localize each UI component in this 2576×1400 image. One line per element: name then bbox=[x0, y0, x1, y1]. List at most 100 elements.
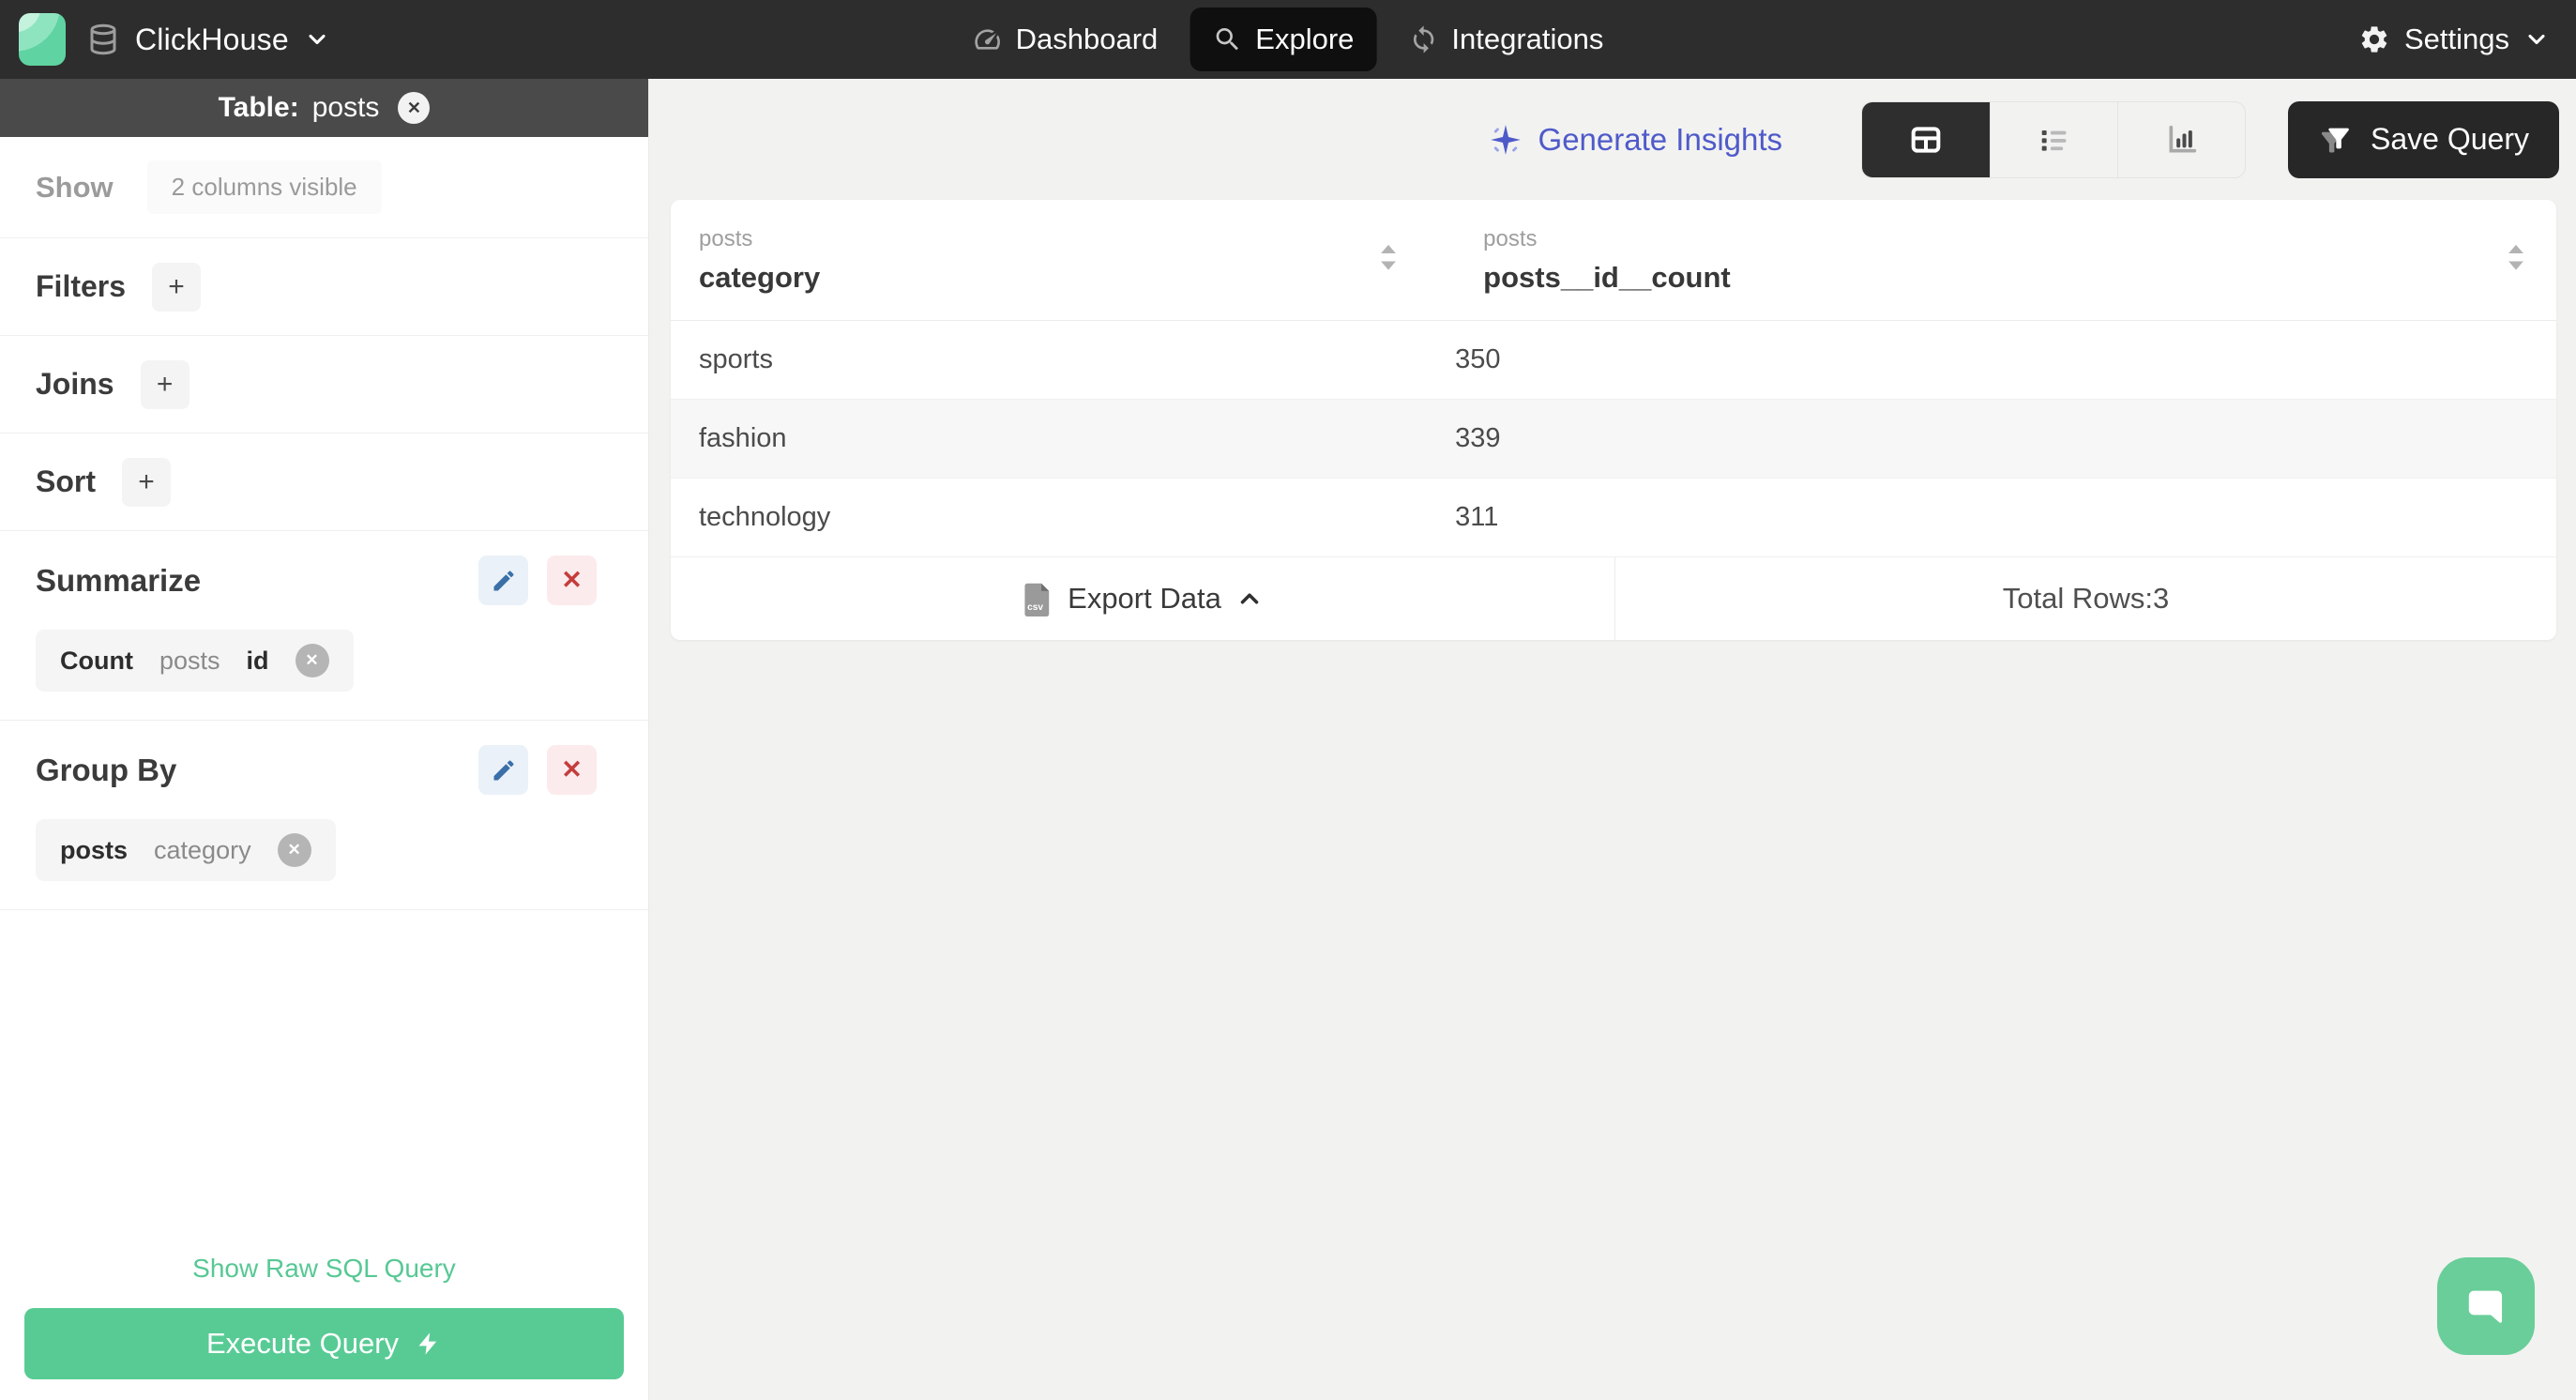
brand-name: ClickHouse bbox=[135, 22, 289, 56]
nav-tab-integrations[interactable]: Integrations bbox=[1386, 8, 1626, 71]
sparkle-icon bbox=[1488, 122, 1523, 158]
view-toggle-group bbox=[1861, 100, 2247, 178]
table-row[interactable]: fashion 339 bbox=[671, 400, 2556, 479]
add-join-button[interactable]: + bbox=[140, 359, 189, 409]
csv-file-icon: csv bbox=[1022, 581, 1053, 616]
cell-category: fashion bbox=[699, 423, 787, 453]
top-nav: ClickHouse Dashboard Explore Integration… bbox=[0, 0, 2576, 79]
cell-category: sports bbox=[699, 344, 773, 374]
list-view-button[interactable] bbox=[1990, 101, 2117, 177]
groupby-label: Group By bbox=[36, 752, 177, 787]
sort-toggle-icon[interactable] bbox=[2502, 241, 2530, 273]
results-toolbar: Generate Insights Save Query bbox=[649, 79, 2576, 200]
summarize-section: Summarize ✕ Count posts id ✕ bbox=[0, 531, 648, 720]
edit-summarize-button[interactable] bbox=[478, 555, 528, 605]
execute-query-button[interactable]: Execute Query bbox=[24, 1308, 624, 1379]
results-area: Generate Insights Save Query posts categ… bbox=[649, 79, 2576, 1400]
table-row[interactable]: sports 350 bbox=[671, 321, 2556, 400]
cell-count: 339 bbox=[1455, 423, 1501, 453]
results-table-card: posts category posts posts__id__count sp… bbox=[671, 200, 2556, 640]
table-footer: csv Export Data Total Rows:3 bbox=[671, 557, 2556, 640]
chip-table: posts bbox=[60, 835, 129, 864]
selected-table-banner: Table: posts ✕ bbox=[0, 79, 648, 137]
filters-section: Filters + bbox=[0, 238, 648, 335]
nav-tab-dashboard[interactable]: Dashboard bbox=[950, 8, 1181, 71]
column-group-label: posts bbox=[699, 225, 753, 251]
total-rows-label: Total Rows:3 bbox=[2002, 582, 2170, 615]
column-header-category: posts category bbox=[671, 200, 1455, 320]
pencil-icon bbox=[491, 757, 517, 784]
export-data-label: Export Data bbox=[1068, 582, 1221, 615]
show-section: Show 2 columns visible bbox=[0, 137, 648, 237]
columns-visible-badge[interactable]: 2 columns visible bbox=[146, 160, 382, 214]
divider bbox=[0, 909, 648, 910]
svg-text:csv: csv bbox=[1027, 602, 1043, 613]
column-name-label: posts__id__count bbox=[1483, 260, 1731, 294]
remove-chip-button[interactable]: ✕ bbox=[277, 833, 311, 867]
nav-tab-explore[interactable]: Explore bbox=[1190, 8, 1377, 71]
add-filter-button[interactable]: + bbox=[152, 262, 202, 312]
execute-query-label: Execute Query bbox=[205, 1327, 400, 1360]
funnel-icon bbox=[2318, 122, 2354, 158]
cell-count: 350 bbox=[1455, 344, 1501, 374]
remove-summarize-button[interactable]: ✕ bbox=[547, 555, 597, 605]
chip-column: id bbox=[246, 646, 269, 675]
query-builder-sidebar: Table: posts ✕ Show 2 columns visible Fi… bbox=[0, 79, 649, 1400]
chat-widget-button[interactable] bbox=[2437, 1257, 2535, 1355]
chart-view-button[interactable] bbox=[2117, 101, 2245, 177]
filters-label: Filters bbox=[36, 269, 127, 303]
list-icon bbox=[2036, 121, 2073, 159]
chevron-up-icon bbox=[1235, 585, 1264, 613]
chevron-down-icon bbox=[304, 26, 330, 53]
table-banner-value: posts bbox=[311, 92, 380, 123]
gear-icon bbox=[2358, 23, 2390, 55]
save-query-button[interactable]: Save Query bbox=[2288, 100, 2559, 178]
save-query-label: Save Query bbox=[2371, 122, 2529, 156]
joins-section: Joins + bbox=[0, 336, 648, 433]
cell-category: technology bbox=[699, 502, 831, 532]
remove-groupby-button[interactable]: ✕ bbox=[547, 745, 597, 795]
nav-tab-label: Integrations bbox=[1451, 23, 1604, 55]
sort-section: Sort + bbox=[0, 434, 648, 530]
table-view-button[interactable] bbox=[1862, 101, 1991, 177]
sync-icon bbox=[1408, 24, 1438, 54]
search-icon bbox=[1212, 24, 1242, 54]
edit-groupby-button[interactable] bbox=[478, 745, 528, 795]
nav-tab-label: Dashboard bbox=[1015, 23, 1159, 55]
groupby-section: Group By ✕ posts category ✕ bbox=[0, 721, 648, 909]
database-icon bbox=[86, 23, 120, 56]
column-group-label: posts bbox=[1483, 225, 1538, 251]
cell-count: 311 bbox=[1455, 502, 1499, 532]
export-data-button[interactable]: csv Export Data bbox=[671, 557, 1615, 640]
table-icon bbox=[1907, 121, 1945, 159]
chevron-down-icon bbox=[2523, 26, 2550, 53]
generate-insights-link[interactable]: Generate Insights bbox=[1488, 121, 1783, 158]
bar-chart-icon bbox=[2163, 121, 2201, 159]
settings-menu[interactable]: Settings bbox=[2358, 23, 2550, 56]
show-label: Show bbox=[36, 170, 114, 204]
add-sort-button[interactable]: + bbox=[122, 457, 171, 507]
column-name-label: category bbox=[699, 260, 821, 294]
summarize-label: Summarize bbox=[36, 562, 202, 598]
chip-column: category bbox=[154, 835, 251, 864]
settings-label: Settings bbox=[2403, 23, 2509, 55]
column-header-count: posts posts__id__count bbox=[1455, 200, 2556, 320]
gauge-icon bbox=[973, 24, 1003, 54]
show-raw-sql-link[interactable]: Show Raw SQL Query bbox=[24, 1254, 624, 1284]
sort-toggle-icon[interactable] bbox=[1374, 241, 1402, 273]
remove-table-button[interactable]: ✕ bbox=[398, 92, 431, 124]
remove-chip-button[interactable]: ✕ bbox=[295, 644, 329, 677]
joins-label: Joins bbox=[36, 367, 114, 401]
pencil-icon bbox=[491, 568, 517, 594]
groupby-chip: posts category ✕ bbox=[36, 819, 336, 881]
app-logo bbox=[19, 13, 66, 66]
generate-insights-label: Generate Insights bbox=[1538, 121, 1783, 157]
table-row[interactable]: technology 311 bbox=[671, 479, 2556, 557]
table-header-row: posts category posts posts__id__count bbox=[671, 200, 2556, 321]
nav-tab-label: Explore bbox=[1255, 23, 1355, 55]
total-rows-indicator: Total Rows:3 bbox=[1615, 557, 2556, 640]
lightning-icon bbox=[416, 1331, 442, 1357]
chat-bubble-icon bbox=[2460, 1280, 2512, 1332]
summarize-chip: Count posts id ✕ bbox=[36, 630, 354, 692]
database-selector[interactable]: ClickHouse bbox=[86, 23, 330, 57]
